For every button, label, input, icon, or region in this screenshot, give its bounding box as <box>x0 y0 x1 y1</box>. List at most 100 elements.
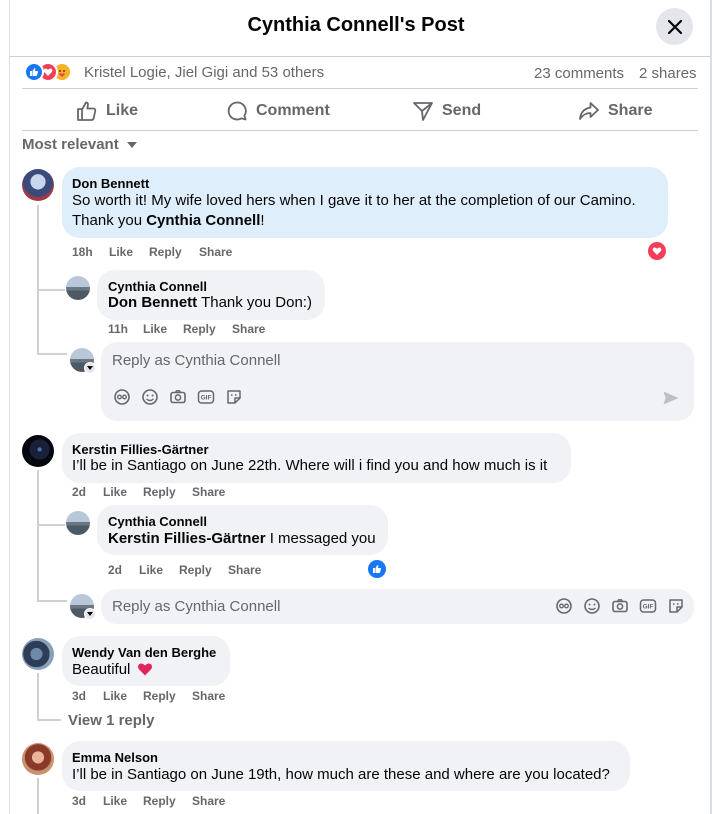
comment-author[interactable]: Wendy Van den Berghe <box>72 645 216 660</box>
close-button[interactable] <box>656 8 693 45</box>
comment-icon <box>227 101 247 121</box>
comment-share-link[interactable]: Share <box>199 245 232 259</box>
sticker-icon[interactable] <box>667 597 685 615</box>
reply-time[interactable]: 11h <box>108 322 128 336</box>
sticker-icon[interactable] <box>225 388 243 406</box>
post-title: Cynthia Connell's Post <box>247 14 465 36</box>
reply-time[interactable]: 2d <box>108 563 122 577</box>
avatar[interactable] <box>22 169 54 201</box>
reaction-names[interactable]: Kristel Logie, Jiel Gigi and 53 others <box>84 64 324 81</box>
avatar[interactable] <box>22 743 54 775</box>
comment-action-label: Comment <box>256 102 330 119</box>
reply-text: Don Bennett Thank you Don:) <box>108 293 312 313</box>
mention-link[interactable]: Kerstin Fillies-Gärtner <box>108 530 266 547</box>
comment-text: I’ll be in Santiago on June 22th. Where … <box>72 457 548 474</box>
thumb-reaction-icon[interactable] <box>368 560 386 578</box>
comment-like-link[interactable]: Like <box>103 794 127 808</box>
window-border-left <box>9 0 10 814</box>
comment-text-prefix: Thank you <box>72 212 147 229</box>
comment-author[interactable]: Kerstin Fillies-Gärtner <box>72 442 209 457</box>
gif-icon[interactable]: GIF <box>639 597 657 615</box>
svg-text:GIF: GIF <box>643 604 654 611</box>
reply-input-placeholder: Reply as Cynthia Connell <box>112 352 281 369</box>
thread-line <box>37 470 39 602</box>
comment-time[interactable]: 3d <box>72 689 86 703</box>
like-action-label: Like <box>106 102 139 119</box>
thread-branch <box>37 719 61 721</box>
emoji-icon[interactable] <box>583 597 601 615</box>
comment-text-body: Beautiful <box>72 661 131 678</box>
comment-reply-link[interactable]: Reply <box>143 794 176 808</box>
avatar[interactable] <box>22 435 54 467</box>
mention-link[interactable]: Cynthia Connell <box>146 212 260 229</box>
account-switch-icon[interactable] <box>84 608 96 620</box>
avatar-sticker-icon[interactable] <box>113 388 131 406</box>
send-arrow-icon[interactable] <box>662 389 680 407</box>
actions-divider <box>22 130 698 131</box>
comment-share-link[interactable]: Share <box>192 485 225 499</box>
sort-label: Most relevant <box>22 136 119 153</box>
reply-author[interactable]: Cynthia Connell <box>108 279 207 294</box>
reply-like-link[interactable]: Like <box>143 322 167 336</box>
comment-time[interactable]: 18h <box>72 245 93 259</box>
reply-text-body: I messaged you <box>265 530 376 547</box>
thread-branch <box>37 353 67 355</box>
reply-share-link[interactable]: Share <box>228 563 261 577</box>
comment-time[interactable]: 2d <box>72 485 86 499</box>
comment-like-link[interactable]: Like <box>109 245 133 259</box>
comment-share-link[interactable]: Share <box>192 689 225 703</box>
comments-count[interactable]: 23 comments <box>534 65 624 82</box>
send-action-button[interactable]: Send <box>412 97 481 125</box>
avatar-sticker-icon[interactable] <box>555 597 573 615</box>
like-reaction-icon <box>24 62 44 82</box>
reaction-summary-icons[interactable] <box>24 62 80 82</box>
reactions-divider <box>22 88 698 89</box>
like-icon <box>77 101 97 121</box>
reply-like-link[interactable]: Like <box>139 563 163 577</box>
thread-line <box>37 778 39 814</box>
caret-down-icon <box>126 141 137 148</box>
comment-share-link[interactable]: Share <box>192 794 225 808</box>
camera-icon[interactable] <box>611 597 629 615</box>
comment-reply-link[interactable]: Reply <box>143 485 176 499</box>
shares-count[interactable]: 2 shares <box>639 65 697 82</box>
comment-like-link[interactable]: Like <box>103 689 127 703</box>
camera-icon[interactable] <box>169 388 187 406</box>
comment-action-button[interactable]: Comment <box>226 97 330 125</box>
reply-share-link[interactable]: Share <box>232 322 265 336</box>
reply-input-placeholder: Reply as Cynthia Connell <box>112 598 281 615</box>
comment-text: So worth it! My wife loved hers when I g… <box>72 192 636 209</box>
reply-reply-link[interactable]: Reply <box>183 322 216 336</box>
thread-branch <box>37 524 65 526</box>
heart-reaction-icon[interactable] <box>648 242 666 260</box>
avatar[interactable] <box>66 511 90 535</box>
comment-reply-link[interactable]: Reply <box>143 689 176 703</box>
thread-line <box>37 673 39 721</box>
comment-text-line2: Thank you Cynthia Connell! <box>72 211 265 231</box>
view-replies-link[interactable]: View 1 reply <box>68 712 154 729</box>
comment-sort-dropdown[interactable]: Most relevant <box>22 136 137 153</box>
like-action-button[interactable]: Like <box>76 97 138 125</box>
comment-text: I’ll be in Santiago on June 19th, how mu… <box>72 766 610 783</box>
reply-reply-link[interactable]: Reply <box>179 563 212 577</box>
comment-author[interactable]: Emma Nelson <box>72 750 158 765</box>
comment-like-link[interactable]: Like <box>103 485 127 499</box>
header-divider <box>10 56 710 57</box>
share-action-button[interactable]: Share <box>578 97 652 125</box>
avatar[interactable] <box>66 276 90 300</box>
reply-text-body: Thank you Don:) <box>197 294 312 311</box>
comment-author[interactable]: Don Bennett <box>72 176 149 191</box>
thread-branch <box>37 600 67 602</box>
send-action-label: Send <box>442 102 482 119</box>
comment-reply-link[interactable]: Reply <box>149 245 182 259</box>
account-switch-icon[interactable] <box>84 362 96 374</box>
reply-text: Kerstin Fillies-Gärtner I messaged you <box>108 529 376 549</box>
reply-author[interactable]: Cynthia Connell <box>108 514 207 529</box>
avatar[interactable] <box>22 638 54 670</box>
comment-time[interactable]: 3d <box>72 794 86 808</box>
emoji-icon[interactable] <box>141 388 159 406</box>
heart-emoji-icon <box>137 663 152 676</box>
gif-icon[interactable]: GIF <box>197 388 215 406</box>
thread-branch <box>37 289 65 291</box>
mention-link[interactable]: Don Bennett <box>108 294 197 311</box>
